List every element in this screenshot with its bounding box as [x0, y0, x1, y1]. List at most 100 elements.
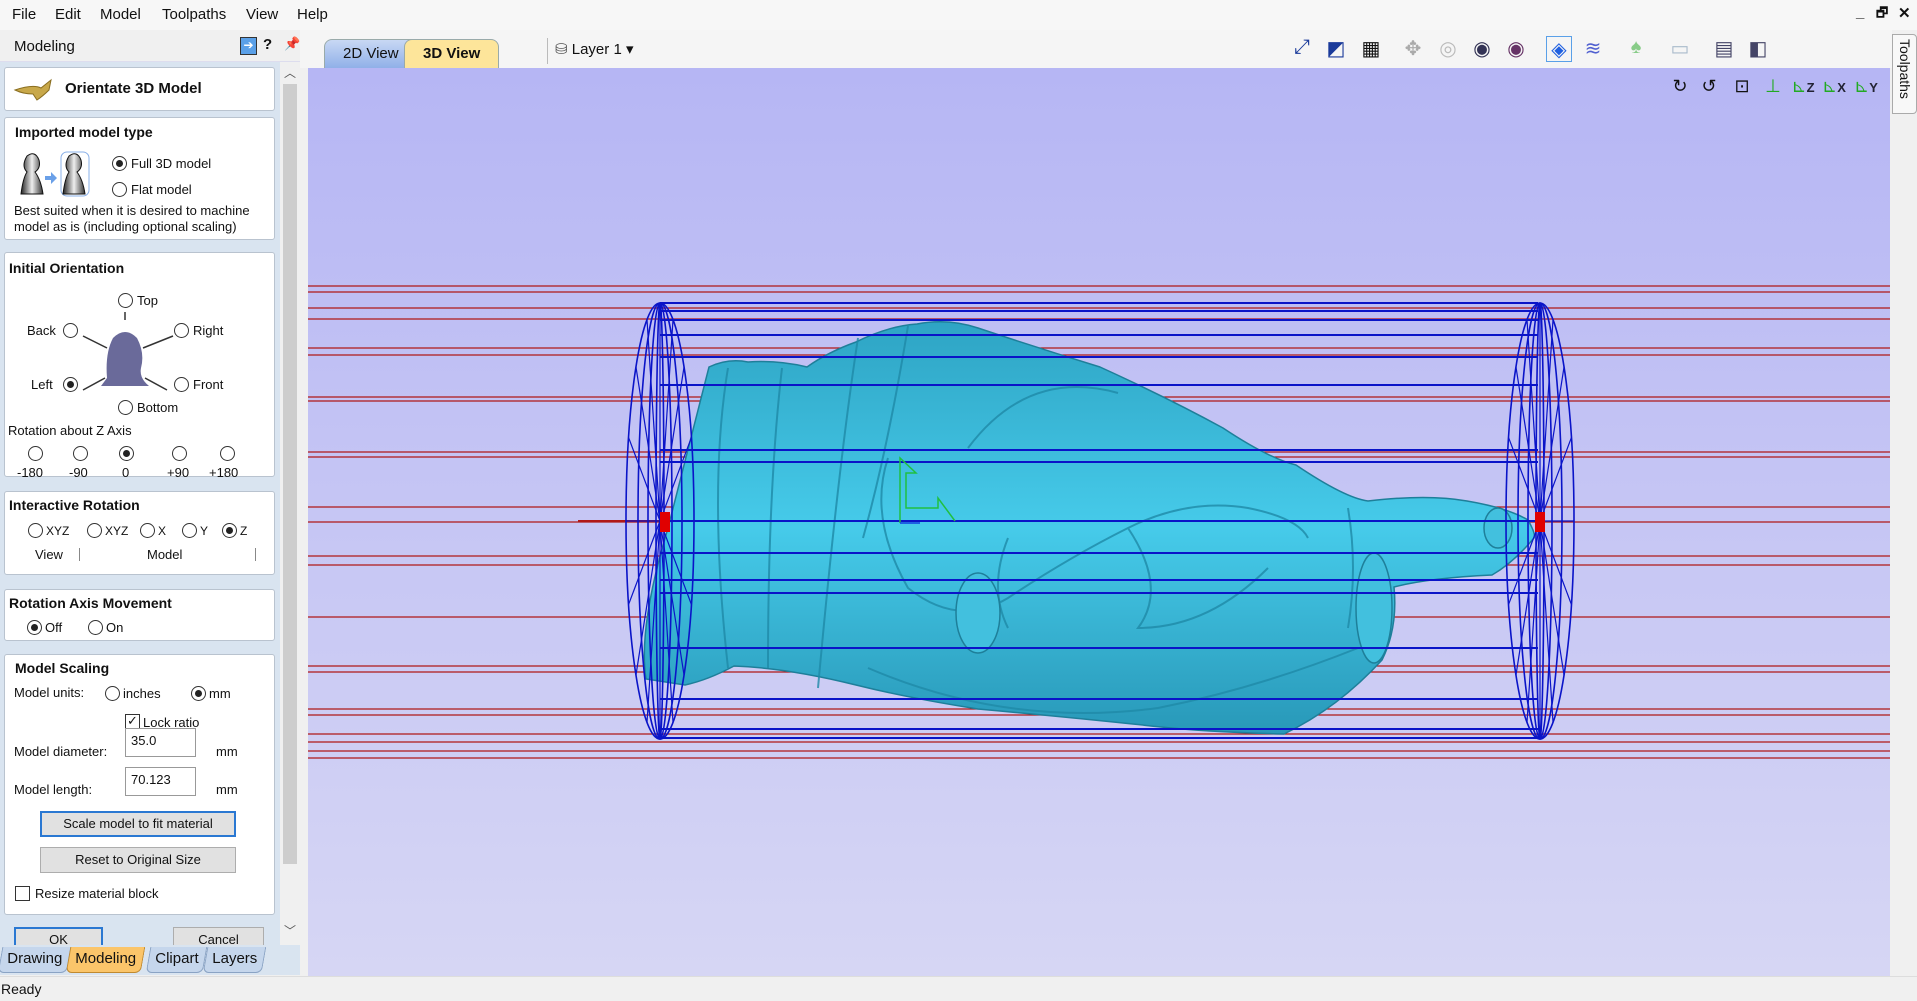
- view-x-icon[interactable]: ⊾X: [1821, 76, 1847, 100]
- orientation-left-radio[interactable]: [63, 377, 78, 392]
- rotation-plus180-radio[interactable]: [220, 446, 235, 461]
- eagle-icon: [13, 78, 52, 101]
- close-button[interactable]: ✕: [1898, 4, 1911, 22]
- model-visibility-icon[interactable]: ♠: [1623, 36, 1649, 62]
- layer-label: Layer 1: [571, 41, 622, 58]
- rotation-z-radio[interactable]: [222, 523, 237, 538]
- option-label: X: [158, 524, 167, 538]
- section-title: Initial Orientation: [9, 260, 125, 276]
- orientation-back-radio[interactable]: [63, 323, 78, 338]
- tool-title: Orientate 3D Model: [65, 80, 202, 97]
- restore-button[interactable]: 🗗: [1876, 4, 1888, 26]
- model-type-illustration-icon: [20, 151, 90, 197]
- orientation-top-radio[interactable]: [118, 293, 133, 308]
- pan-icon[interactable]: ✥: [1400, 36, 1426, 62]
- zoom-box-icon[interactable]: ◎: [1435, 36, 1461, 62]
- orientation-right-label: Right: [193, 323, 224, 338]
- tab-layers[interactable]: Layers: [202, 947, 267, 973]
- split-horizontal-icon[interactable]: ▤: [1711, 36, 1737, 62]
- iso-view-icon[interactable]: ⊥: [1760, 76, 1786, 100]
- tab-modeling[interactable]: Modeling: [65, 947, 146, 973]
- orientation-right-radio[interactable]: [174, 323, 189, 338]
- view-y-icon[interactable]: ⊾Y: [1853, 76, 1879, 100]
- minimize-button[interactable]: _: [1856, 4, 1864, 21]
- menu-bar: File Edit Model Toolpaths View Help _ 🗗 …: [0, 0, 1917, 30]
- unit-label: mm: [216, 782, 238, 797]
- pin-icon[interactable]: 📌: [284, 36, 300, 52]
- menu-toolpaths[interactable]: Toolpaths: [162, 6, 226, 23]
- off-label: Off: [45, 620, 63, 635]
- flat-model-radio[interactable]: [112, 182, 127, 197]
- 3d-viewport[interactable]: [308, 68, 1890, 976]
- panel-scrollbar[interactable]: ︿ ﹀: [280, 62, 300, 945]
- section-title: Interactive Rotation: [9, 497, 140, 513]
- grid-icon[interactable]: ▦: [1358, 36, 1384, 62]
- 2d-view-icon[interactable]: ◩: [1323, 36, 1349, 62]
- layer-dropdown[interactable]: ⛁ Layer 1 ▾: [555, 40, 634, 58]
- divider: [255, 548, 256, 561]
- rotation-plus90-radio[interactable]: [172, 446, 187, 461]
- dock-icon[interactable]: ➔: [240, 37, 257, 55]
- material-icon[interactable]: ▭: [1667, 36, 1693, 62]
- orientation-bottom-radio[interactable]: [118, 400, 133, 415]
- full-3d-model-radio[interactable]: [112, 156, 127, 171]
- orientation-front-radio[interactable]: [174, 377, 189, 392]
- option-label: Y: [200, 524, 209, 538]
- view-fit-icon[interactable]: ⤢: [1289, 36, 1315, 62]
- lock-ratio-checkbox[interactable]: ✓: [125, 714, 140, 729]
- status-text: Ready: [1, 981, 42, 997]
- interactive-rotation-section: Interactive Rotation XYZ XYZ X Y Z View …: [4, 491, 275, 575]
- rotation-y-radio[interactable]: [182, 523, 197, 538]
- view-z-icon[interactable]: ⊾Z: [1790, 76, 1816, 100]
- option-label: XYZ: [105, 524, 129, 538]
- rotation-z-label: Rotation about Z Axis: [8, 423, 132, 438]
- ok-button[interactable]: OK: [14, 927, 103, 945]
- rotation-minus90-radio[interactable]: [73, 446, 88, 461]
- help-icon[interactable]: ?: [263, 36, 272, 53]
- scale-to-fit-button[interactable]: Scale model to fit material: [40, 811, 236, 837]
- section-title: Imported model type: [15, 124, 153, 140]
- divider: [547, 38, 548, 64]
- tab-clipart[interactable]: Clipart: [145, 947, 208, 973]
- zoom-icon[interactable]: ◉: [1469, 36, 1495, 62]
- rotate-ccw-icon[interactable]: ↺: [1696, 76, 1722, 100]
- scroll-down-icon[interactable]: ﹀: [284, 922, 296, 939]
- toolpaths-side-tab[interactable]: Toolpaths: [1892, 34, 1917, 114]
- menu-edit[interactable]: Edit: [55, 6, 81, 23]
- axis-movement-off-radio[interactable]: [27, 620, 42, 635]
- cancel-button[interactable]: Cancel: [173, 927, 264, 945]
- toolpath-icon[interactable]: ≋: [1580, 36, 1606, 62]
- rotation-x-radio[interactable]: [140, 523, 155, 538]
- axis-movement-on-radio[interactable]: [88, 620, 103, 635]
- menu-file[interactable]: File: [12, 6, 36, 23]
- menu-model[interactable]: Model: [100, 6, 141, 23]
- zoom-selected-icon[interactable]: ◉: [1503, 36, 1529, 62]
- model-length-input[interactable]: 70.123: [125, 767, 196, 796]
- units-inches-radio[interactable]: [105, 686, 120, 701]
- rotation-axis-movement-section: Rotation Axis Movement Off On: [4, 589, 275, 641]
- scroll-up-icon[interactable]: ︿: [284, 64, 296, 81]
- resize-material-checkbox[interactable]: [15, 886, 30, 901]
- toolpath-preview-icon[interactable]: ◈: [1546, 36, 1572, 62]
- scroll-thumb[interactable]: [283, 84, 297, 864]
- reset-size-button[interactable]: Reset to Original Size: [40, 847, 236, 873]
- tab-3d-view[interactable]: 3D View: [404, 39, 500, 68]
- rotation-0-radio[interactable]: [119, 446, 134, 461]
- tab-drawing[interactable]: Drawing: [0, 947, 72, 973]
- menu-view[interactable]: View: [246, 6, 278, 23]
- model-diameter-input[interactable]: 35.0: [125, 728, 196, 757]
- orientation-front-label: Front: [193, 377, 224, 392]
- rotation-view-xyz-radio[interactable]: [28, 523, 43, 538]
- divider: [79, 548, 80, 561]
- rotate-cw-icon[interactable]: ↻: [1667, 76, 1693, 100]
- rotation-minus180-radio[interactable]: [28, 446, 43, 461]
- fit-view-icon[interactable]: ⊡: [1729, 76, 1755, 100]
- orientation-top-label: Top: [137, 293, 158, 308]
- menu-help[interactable]: Help: [297, 6, 328, 23]
- split-vertical-icon[interactable]: ◧: [1745, 36, 1771, 62]
- rotation-model-xyz-radio[interactable]: [87, 523, 102, 538]
- bottom-tabs: Drawing Modeling Clipart Layers: [0, 945, 300, 975]
- model-units-label: Model units:: [14, 685, 85, 700]
- rotation-value-label: 0: [122, 465, 130, 480]
- units-mm-radio[interactable]: [191, 686, 206, 701]
